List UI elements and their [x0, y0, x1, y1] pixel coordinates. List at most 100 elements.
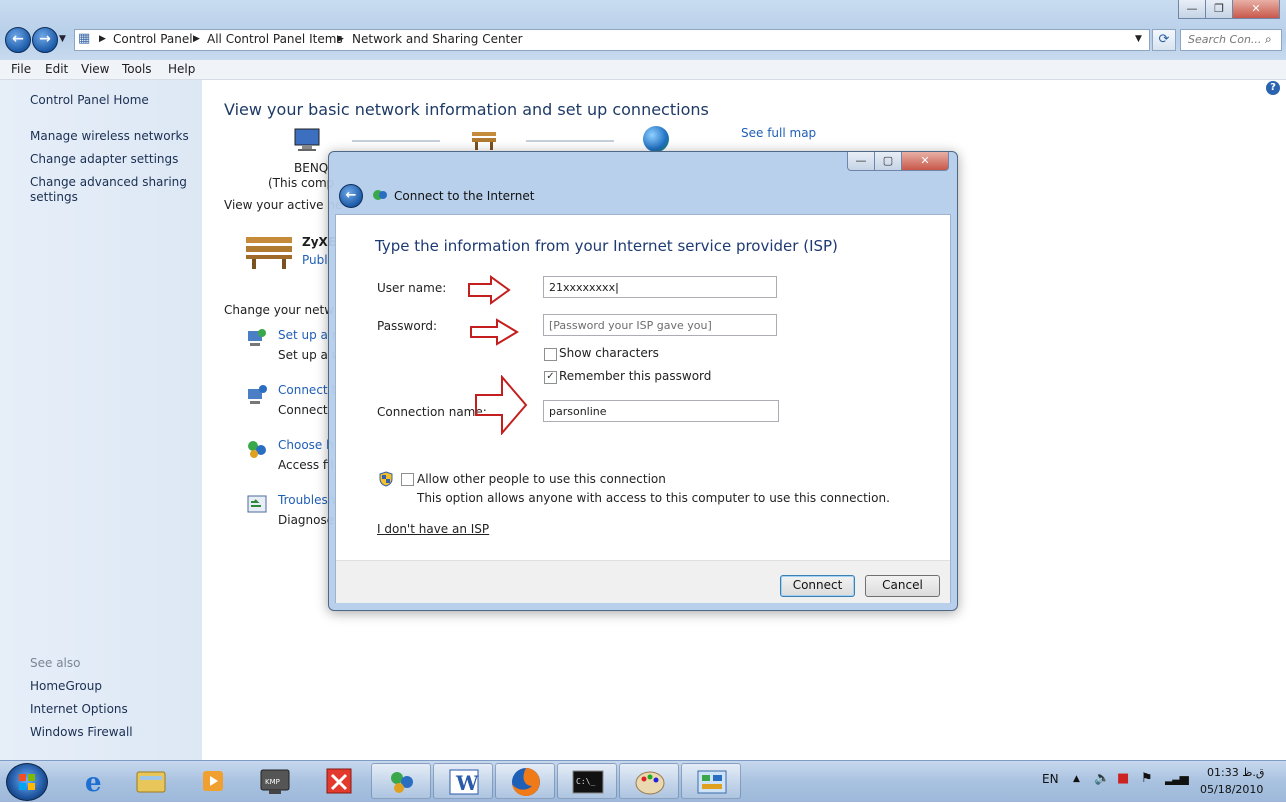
task-choose-link[interactable]: Choose h [278, 438, 334, 452]
remember-password-checkbox[interactable]: ✓ [544, 371, 557, 384]
remember-password-label: Remember this password [559, 369, 712, 383]
chevron-right-icon: ▶ [99, 34, 106, 44]
back-button[interactable]: ← [5, 27, 31, 53]
network-connection-icon [372, 188, 388, 202]
firefox-icon[interactable] [495, 763, 555, 799]
sidebar-internet-options[interactable]: Internet Options [30, 702, 128, 716]
start-button[interactable] [6, 763, 48, 801]
internet-explorer-icon[interactable]: e [63, 763, 123, 799]
taskbar: e KMP W C:\_ EN ▲ 🔈 ■ ⚑ ▂▃▅ 01:33 ق.ظ 05… [0, 760, 1286, 802]
no-isp-link[interactable]: I don't have an ISP [377, 522, 489, 536]
control-panel-taskbar-icon[interactable] [681, 763, 741, 799]
dialog-title: Connect to the Internet [394, 189, 535, 203]
help-icon[interactable]: ? [1266, 81, 1280, 95]
recent-pages-dropdown-icon[interactable]: ▼ [59, 34, 66, 44]
show-characters-label: Show characters [559, 346, 659, 360]
menu-tools[interactable]: Tools [122, 62, 152, 76]
connect-network-icon [246, 383, 268, 405]
see-full-map-link[interactable]: See full map [741, 126, 816, 140]
network-type-link[interactable]: Publ [302, 253, 328, 267]
username-input[interactable]: 21xxxxxxxx| [543, 276, 777, 298]
sidebar-change-sharing-cont[interactable]: settings [30, 190, 78, 204]
explorer-title-bar: — ❐ ✕ ← → ▼ ▦ ▶ Control Panel ▶ All Cont… [0, 0, 1286, 60]
network-sharing-taskbar-icon[interactable] [371, 763, 431, 799]
shield-icon [379, 471, 393, 487]
maximize-button[interactable]: ❐ [1205, 0, 1233, 19]
pdf-tool-icon[interactable] [309, 763, 369, 799]
clock-date[interactable]: 05/18/2010 [1200, 783, 1263, 796]
kmplayer-icon[interactable]: KMP [245, 763, 305, 799]
chevron-right-icon: ▶ [193, 34, 200, 44]
sidebar-control-panel-home[interactable]: Control Panel Home [30, 93, 149, 107]
search-placeholder: Search Con... [1188, 33, 1262, 46]
language-indicator[interactable]: EN [1042, 772, 1059, 786]
dialog-heading: Type the information from your Internet … [375, 237, 838, 255]
clock-time[interactable]: 01:33 ق.ظ [1207, 766, 1264, 779]
dialog-close-button[interactable]: ✕ [901, 152, 949, 171]
minimize-button[interactable]: — [1178, 0, 1206, 19]
troubleshoot-icon [246, 493, 268, 515]
network-signal-icon[interactable]: ▂▃▅ [1165, 771, 1189, 785]
active-networks-label: View your active ne [224, 198, 343, 212]
action-center-flag-icon[interactable]: ⚑ [1141, 771, 1153, 786]
sidebar-change-adapter[interactable]: Change adapter settings [30, 152, 178, 166]
red-arrow-icon [468, 275, 511, 305]
menu-help[interactable]: Help [168, 62, 195, 76]
sidebar-manage-wireless[interactable]: Manage wireless networks [30, 129, 189, 143]
search-icon: ⌕ [1265, 32, 1272, 46]
breadcrumb-network-center[interactable]: Network and Sharing Center [352, 32, 523, 46]
see-also-label: See also [30, 656, 81, 670]
media-player-icon[interactable] [183, 763, 243, 799]
internet-globe-icon [643, 126, 669, 152]
command-prompt-icon[interactable]: C:\_ [557, 763, 617, 799]
close-button[interactable]: ✕ [1232, 0, 1280, 19]
menu-edit[interactable]: Edit [45, 62, 68, 76]
paint-icon[interactable] [619, 763, 679, 799]
password-label: Password: [377, 319, 438, 333]
password-input[interactable]: [Password your ISP gave you] [543, 314, 777, 336]
allow-others-checkbox[interactable] [401, 473, 414, 486]
dialog-footer: Connect Cancel [336, 560, 950, 603]
word-icon[interactable]: W [433, 763, 493, 799]
refresh-icon[interactable]: ⟳ [1152, 29, 1176, 51]
username-label: User name: [377, 281, 447, 295]
setup-connection-icon [246, 327, 268, 349]
sidebar-change-sharing[interactable]: Change advanced sharing [30, 175, 187, 189]
connect-button[interactable]: Connect [780, 575, 855, 597]
sidebar-homegroup[interactable]: HomeGroup [30, 679, 102, 693]
svg-text:W: W [455, 771, 479, 795]
bench-network-icon [470, 128, 498, 150]
breadcrumb-control-panel[interactable]: Control Panel [113, 32, 193, 46]
red-arrow-icon [470, 318, 519, 346]
menu-file[interactable]: File [11, 62, 31, 76]
connect-to-internet-dialog: — ▢ ✕ ← Connect to the Internet Type the… [328, 151, 958, 611]
dialog-minimize-button[interactable]: — [847, 152, 875, 171]
show-characters-checkbox[interactable] [544, 348, 557, 361]
volume-icon[interactable]: 🔈 [1094, 771, 1110, 786]
show-hidden-icons[interactable]: ▲ [1073, 774, 1080, 784]
change-settings-label: Change your netwo [224, 303, 342, 317]
sidebar: Control Panel Home Manage wireless netwo… [0, 80, 202, 760]
dialog-maximize-button[interactable]: ▢ [874, 152, 902, 171]
dialog-content: Type the information from your Internet … [335, 214, 951, 603]
address-bar[interactable]: ▦ ▶ Control Panel ▶ All Control Panel It… [74, 29, 1150, 51]
windows-explorer-icon[interactable] [121, 763, 181, 799]
address-dropdown-icon[interactable]: ▼ [1135, 34, 1142, 44]
search-input[interactable]: Search Con... ⌕ [1180, 29, 1282, 51]
alert-icon[interactable]: ■ [1117, 771, 1129, 786]
breadcrumb-all-items[interactable]: All Control Panel Items [207, 32, 343, 46]
menu-view[interactable]: View [81, 62, 109, 76]
password-placeholder: [Password your ISP gave you] [549, 319, 712, 332]
forward-button[interactable]: → [32, 27, 58, 53]
username-value: 21xxxxxxxx [549, 281, 616, 294]
task-troubleshoot-link[interactable]: Troublesh [278, 493, 335, 507]
control-panel-icon: ▦ [78, 31, 91, 46]
sidebar-windows-firewall[interactable]: Windows Firewall [30, 725, 133, 739]
computer-icon [292, 127, 322, 151]
cancel-button[interactable]: Cancel [865, 575, 940, 597]
connection-name-input[interactable]: parsonline [543, 400, 779, 422]
allow-others-description: This option allows anyone with access to… [417, 491, 890, 505]
homegroup-icon [246, 438, 268, 460]
bench-network-icon [244, 231, 294, 269]
dialog-back-button[interactable]: ← [339, 184, 363, 208]
